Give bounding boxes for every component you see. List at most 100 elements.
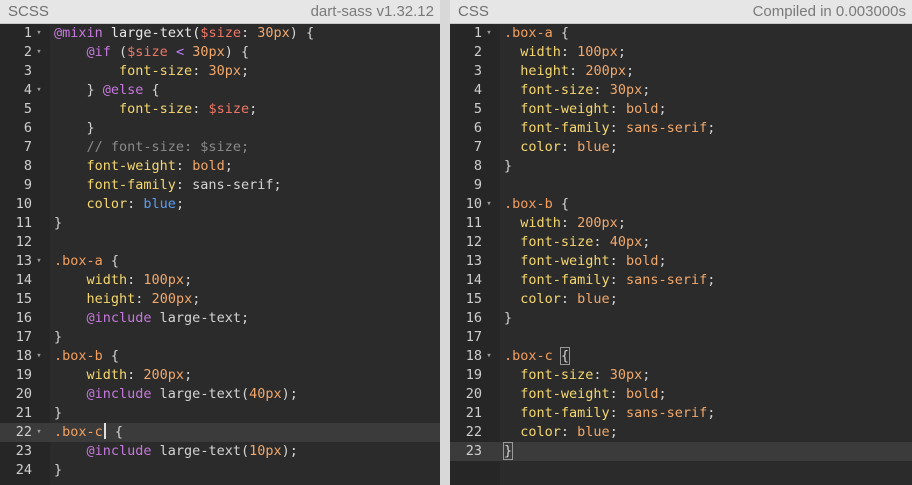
code-line[interactable]: font-weight: bold;	[500, 100, 912, 119]
code-line[interactable]: .box-b {	[500, 195, 912, 214]
code-line[interactable]	[50, 233, 440, 252]
code-line[interactable]: font-size: 30px;	[500, 366, 912, 385]
code-line[interactable]: }	[500, 157, 912, 176]
code-line[interactable]: }	[500, 309, 912, 328]
code-line[interactable]: font-family: sans-serif;	[500, 404, 912, 423]
code-line[interactable]: // font-size: $size;	[50, 138, 440, 157]
line-number: 7	[23, 139, 32, 155]
scss-pane: SCSS dart-sass v1.32.12 1 ▾ 2 ▾ 3 4 ▾ 5 6 7 8 9 10 11…	[0, 0, 440, 485]
code-line[interactable]: width: 200px;	[500, 214, 912, 233]
pane-resize-handle[interactable]	[440, 0, 450, 485]
chevron-down-icon[interactable]: ▾	[32, 252, 46, 271]
code-line[interactable]: color: blue;	[500, 423, 912, 442]
code-line[interactable]: font-size: 40px;	[500, 233, 912, 252]
code-line[interactable]: }	[50, 328, 440, 347]
scss-code-area[interactable]: @mixin large-text($size: 30px) { @if ($s…	[50, 24, 440, 485]
code-token: }	[504, 158, 513, 174]
code-token: height	[86, 291, 136, 307]
code-line[interactable]: color: blue;	[500, 138, 912, 157]
chevron-down-icon[interactable]: ▾	[32, 81, 46, 100]
code-line[interactable]: }	[50, 119, 440, 138]
scss-pane-header: SCSS dart-sass v1.32.12	[0, 0, 440, 24]
code-token: ;	[249, 101, 258, 117]
code-token: .box-b	[504, 196, 553, 212]
code-token: @else	[102, 82, 144, 98]
code-line[interactable]: font-family: sans-serif;	[500, 119, 912, 138]
code-token: width	[520, 44, 561, 60]
chevron-down-icon[interactable]: ▾	[32, 347, 46, 366]
code-line[interactable]: .box-a {	[500, 24, 912, 43]
line-number-row: 18 ▾	[0, 347, 50, 366]
code-token: ;	[642, 82, 651, 98]
css-editor[interactable]: 1 ▾ 2 3 4 5 6 7 8 9 10 ▾ 11 12 13 14 15 16 17 18 ▾ 19 20 21 22 23…	[450, 24, 912, 485]
chevron-down-icon[interactable]: ▾	[32, 423, 46, 442]
code-line[interactable]: .box-c {	[50, 423, 440, 442]
code-line[interactable]: font-weight: bold;	[50, 157, 440, 176]
code-line[interactable]	[500, 176, 912, 195]
code-line[interactable]: }	[50, 404, 440, 423]
code-line[interactable]: font-size: 30px;	[500, 81, 912, 100]
code-line[interactable]: color: blue;	[50, 195, 440, 214]
chevron-down-icon[interactable]: ▾	[482, 195, 496, 214]
code-token: 40px	[249, 386, 282, 402]
line-number-row: 12	[0, 233, 50, 252]
code-line[interactable]: height: 200px;	[500, 62, 912, 81]
code-line[interactable]: .box-a {	[50, 252, 440, 271]
code-line[interactable]: .box-c {	[500, 347, 912, 366]
code-line[interactable]: width: 200px;	[50, 366, 440, 385]
code-token: {	[102, 348, 120, 364]
code-line[interactable]: }	[50, 461, 440, 480]
line-number: 13	[15, 253, 32, 269]
line-number-row: 8	[450, 157, 500, 176]
code-line[interactable]: @mixin large-text($size: 30px) {	[50, 24, 440, 43]
code-line[interactable]: font-weight: bold;	[500, 385, 912, 404]
code-token: .box-a	[504, 25, 553, 41]
code-token: ;	[609, 291, 618, 307]
code-line[interactable]: @include large-text(40px);	[50, 385, 440, 404]
code-line[interactable]: @include large-text(10px);	[50, 442, 440, 461]
scss-editor[interactable]: 1 ▾ 2 ▾ 3 4 ▾ 5 6 7 8 9 10 11 12 13 ▾ 14 15 16 17 18 ▾ 19 20 21 22…	[0, 24, 440, 485]
code-line[interactable]: .box-b {	[50, 347, 440, 366]
code-line[interactable]: }	[500, 442, 912, 461]
code-line[interactable]: height: 200px;	[50, 290, 440, 309]
code-token: }	[54, 329, 63, 345]
chevron-down-icon[interactable]: ▾	[482, 347, 496, 366]
code-line[interactable]: }	[50, 214, 440, 233]
css-code-area[interactable]: .box-a { width: 100px; height: 200px; fo…	[500, 24, 912, 485]
code-line[interactable]: font-size: $size;	[50, 100, 440, 119]
code-line[interactable]: @if ($size < 30px) {	[50, 43, 440, 62]
chevron-down-icon[interactable]: ▾	[32, 24, 46, 43]
code-token: ;	[184, 272, 193, 288]
code-line[interactable]: font-size: 30px;	[50, 62, 440, 81]
line-number-row: 17	[450, 328, 500, 347]
code-line[interactable]: width: 100px;	[500, 43, 912, 62]
code-line[interactable]: font-weight: bold;	[500, 252, 912, 271]
code-line[interactable]: @include large-text;	[50, 309, 440, 328]
code-token: font-size	[520, 367, 594, 383]
line-number: 1	[473, 25, 482, 41]
code-line[interactable]: font-family: sans-serif;	[50, 176, 440, 195]
chevron-down-icon[interactable]: ▾	[32, 43, 46, 62]
code-line[interactable]: color: blue;	[500, 290, 912, 309]
chevron-down-icon[interactable]: ▾	[482, 24, 496, 43]
code-line[interactable]: font-family: sans-serif;	[500, 271, 912, 290]
code-line[interactable]: width: 100px;	[50, 271, 440, 290]
code-line[interactable]	[500, 328, 912, 347]
matched-bracket: }	[502, 442, 514, 460]
code-token: bold	[625, 386, 659, 402]
code-line[interactable]: } @else {	[50, 81, 440, 100]
